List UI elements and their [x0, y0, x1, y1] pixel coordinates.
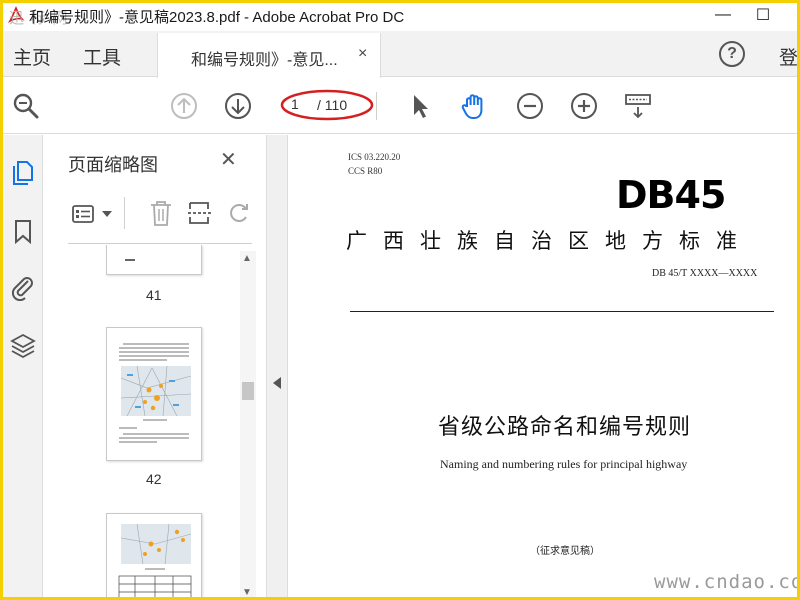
thumbnail-scrollbar[interactable] [240, 251, 256, 597]
insert-page-icon[interactable] [186, 199, 214, 227]
scroll-up-arrow-icon[interactable]: ▲ [242, 253, 252, 264]
toolbar: 1 / 110 [3, 78, 797, 134]
help-icon[interactable]: ? [719, 41, 745, 67]
thumbnail-list: 41 42 [44, 245, 240, 597]
bookmark-icon[interactable] [9, 217, 37, 245]
scrollbar-thumb[interactable] [242, 382, 254, 400]
minimize-button[interactable]: — [703, 3, 743, 27]
header-rule [350, 311, 774, 312]
menu-tools[interactable]: 工具 [83, 43, 121, 70]
thumb-text-line [125, 259, 135, 261]
issuing-authority: 广西壮族自治区地方标准 [346, 229, 753, 253]
layers-icon[interactable] [9, 331, 37, 359]
panel-divider [68, 243, 252, 244]
document-page: ICS 03.220.20 CCS R80 DB45 广西壮族自治区地方标准 D… [288, 135, 797, 597]
panel-toolbar [68, 195, 252, 235]
thumbnail-content [118, 523, 192, 597]
thumbnail-content [119, 343, 192, 443]
arrow-up-circle-icon[interactable] [169, 91, 199, 121]
thumbnail-page-41[interactable] [106, 245, 202, 275]
arrow-down-circle-icon[interactable] [223, 91, 253, 121]
panel-close-icon[interactable]: ✕ [220, 147, 237, 172]
menu-bar: 主页 工具 和编号规则》-意见... × ? 登 [3, 31, 797, 78]
thumbnail-label-41: 41 [146, 287, 162, 303]
page-thumbnails-panel: 页面缩略图 ✕ 41 42 ▲ ▼ [44, 135, 266, 597]
magnifier-icon[interactable] [11, 91, 41, 121]
ics-code: ICS 03.220.20 [348, 152, 401, 162]
panel-collapse-strip[interactable] [266, 135, 288, 597]
thumbnail-page-42[interactable] [106, 327, 202, 461]
collapse-arrow-icon[interactable] [273, 377, 281, 389]
login-button[interactable]: 登 [779, 43, 797, 70]
window-title: 和编号规则》-意见稿2023.8.pdf - Adobe Acrobat Pro… [29, 9, 405, 26]
hand-icon[interactable] [459, 91, 489, 121]
ccs-code: CCS R80 [348, 166, 383, 176]
panel-title: 页面缩略图 [68, 155, 158, 175]
document-tab-label: 和编号规则》-意见... [191, 52, 338, 69]
draft-notice: （征求意见稿） [530, 546, 600, 557]
document-title-en: Naming and numbering rules for principal… [440, 457, 688, 471]
tool-divider [124, 197, 125, 229]
title-bar: 迅 标 网 和编号规则》-意见稿2023.8.pdf - Adobe Acrob… [3, 3, 797, 27]
standard-number: DB 45/T XXXX—XXXX [652, 268, 758, 279]
thumbnail-page-43[interactable] [106, 513, 202, 597]
minus-circle-icon[interactable] [515, 91, 545, 121]
tab-close-icon[interactable]: × [358, 45, 367, 63]
attachment-icon[interactable] [9, 273, 37, 301]
left-navigation-rail [3, 135, 43, 597]
app-window: 迅 标 网 和编号规则》-意见稿2023.8.pdf - Adobe Acrob… [3, 3, 797, 597]
chevron-down-icon[interactable] [102, 211, 112, 217]
red-annotation-ellipse [280, 89, 374, 121]
document-title-zh: 省级公路命名和编号规则 [438, 415, 692, 440]
maximize-button[interactable]: ☐ [743, 3, 783, 27]
menu-home[interactable]: 主页 [13, 43, 51, 70]
page-thumbnails-icon[interactable] [9, 157, 37, 185]
db45-logo: DB45 [616, 173, 726, 217]
trash-icon[interactable] [148, 199, 174, 227]
keyboard-icon[interactable] [623, 91, 653, 121]
arrow-cursor-icon[interactable] [405, 91, 435, 121]
site-watermark: www.cndao.com [654, 571, 797, 593]
toolbar-divider [376, 92, 377, 120]
rotate-icon[interactable] [228, 201, 252, 225]
plus-circle-icon[interactable] [569, 91, 599, 121]
scroll-down-arrow-icon[interactable]: ▼ [242, 587, 252, 597]
thumbnail-label-42: 42 [146, 471, 162, 487]
options-menu-icon[interactable] [72, 203, 98, 225]
document-tab[interactable]: 和编号规则》-意见... × [157, 33, 381, 78]
page-navigator: 1 / 110 [279, 89, 375, 121]
